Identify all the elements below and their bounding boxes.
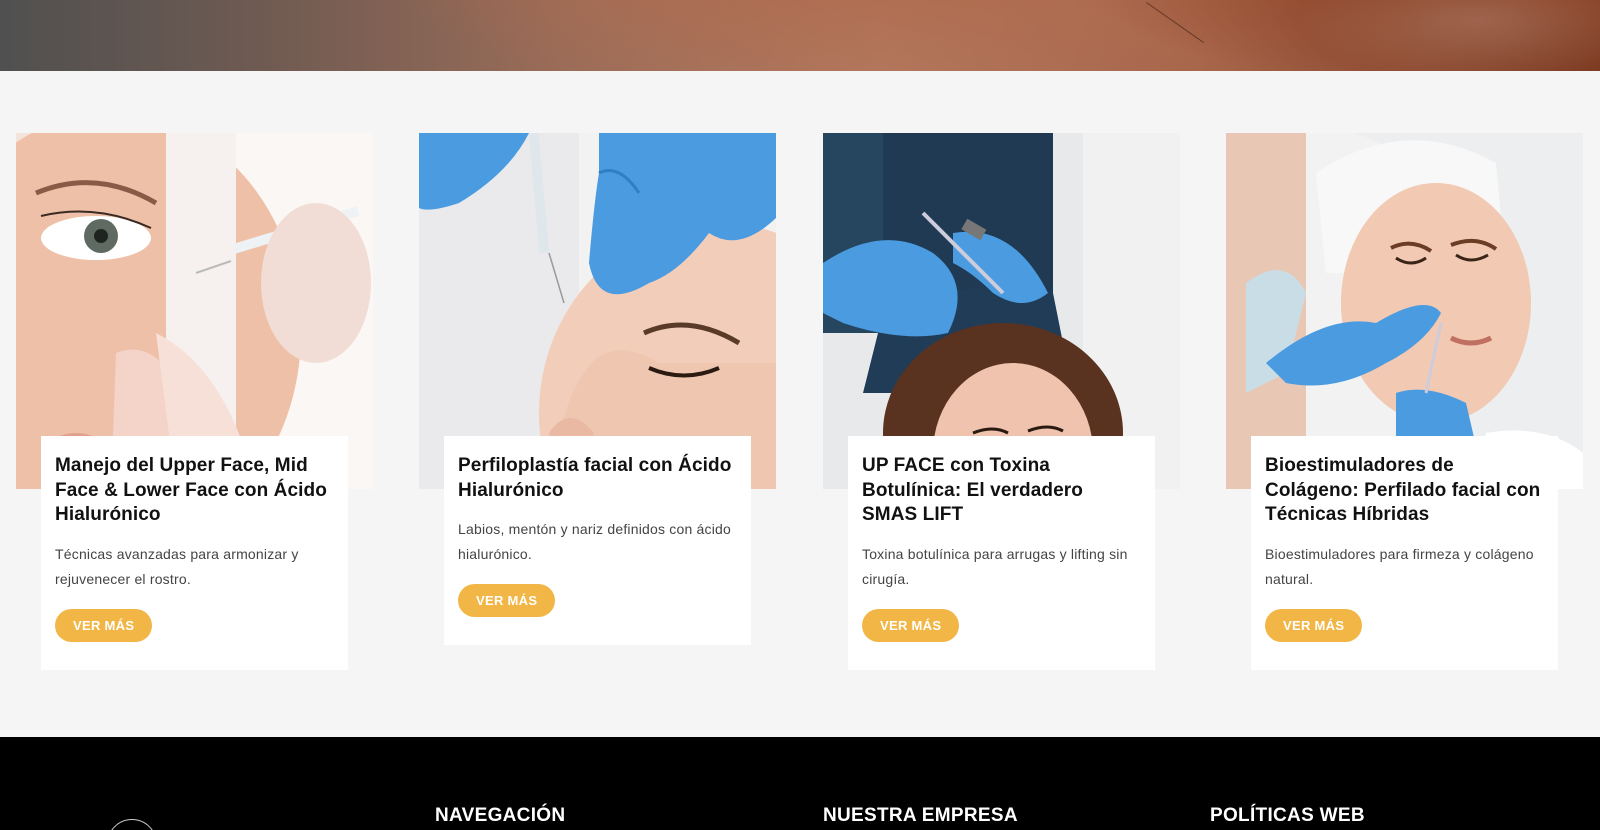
course-description-2: Labios, mentón y nariz definidos con áci… [458, 521, 732, 562]
hero-banner-image [0, 0, 1600, 71]
course-title-2[interactable]: Perfiloplastía facial con Ácido Hialurón… [458, 454, 737, 503]
ver-mas-button-1[interactable]: VER MÁS [55, 608, 153, 642]
course-title-1[interactable]: Manejo del Upper Face, Mid Face & Lower … [55, 454, 334, 528]
footer-heading-politicas-web: POLÍTICAS WEB [1210, 805, 1365, 826]
footer-heading-navegacion: NAVEGACIÓN [435, 805, 566, 826]
course-description-1: Técnicas avanzadas para armonizar y reju… [55, 545, 299, 587]
ver-mas-button-4[interactable]: VER MÁS [1265, 608, 1363, 642]
course-card-body-1: Manejo del Upper Face, Mid Face & Lower … [41, 436, 348, 670]
course-card-body-3: UP FACE con Toxina Botulínica: El verdad… [848, 436, 1155, 670]
ver-mas-button-3[interactable]: VER MÁS [862, 608, 960, 642]
site-footer: NAVEGACIÓN NUESTRA EMPRESA POLÍTICAS WEB [0, 737, 1600, 830]
footer-heading-nuestra-empresa: NUESTRA EMPRESA [823, 805, 1018, 826]
course-card-body-4: Bioestimuladores de Colágeno: Perfilado … [1251, 436, 1558, 670]
course-title-4[interactable]: Bioestimuladores de Colágeno: Perfilado … [1265, 454, 1544, 528]
course-description-3: Toxina botulínica para arrugas y lifting… [862, 545, 1128, 587]
course-title-3[interactable]: UP FACE con Toxina Botulínica: El verdad… [862, 454, 1141, 528]
footer-logo-icon[interactable] [107, 819, 157, 830]
course-description-4: Bioestimuladores para firmeza y colágeno… [1265, 545, 1534, 587]
ver-mas-button-2[interactable]: VER MÁS [458, 584, 556, 617]
course-card-body-2: Perfiloplastía facial con Ácido Hialurón… [444, 436, 751, 645]
